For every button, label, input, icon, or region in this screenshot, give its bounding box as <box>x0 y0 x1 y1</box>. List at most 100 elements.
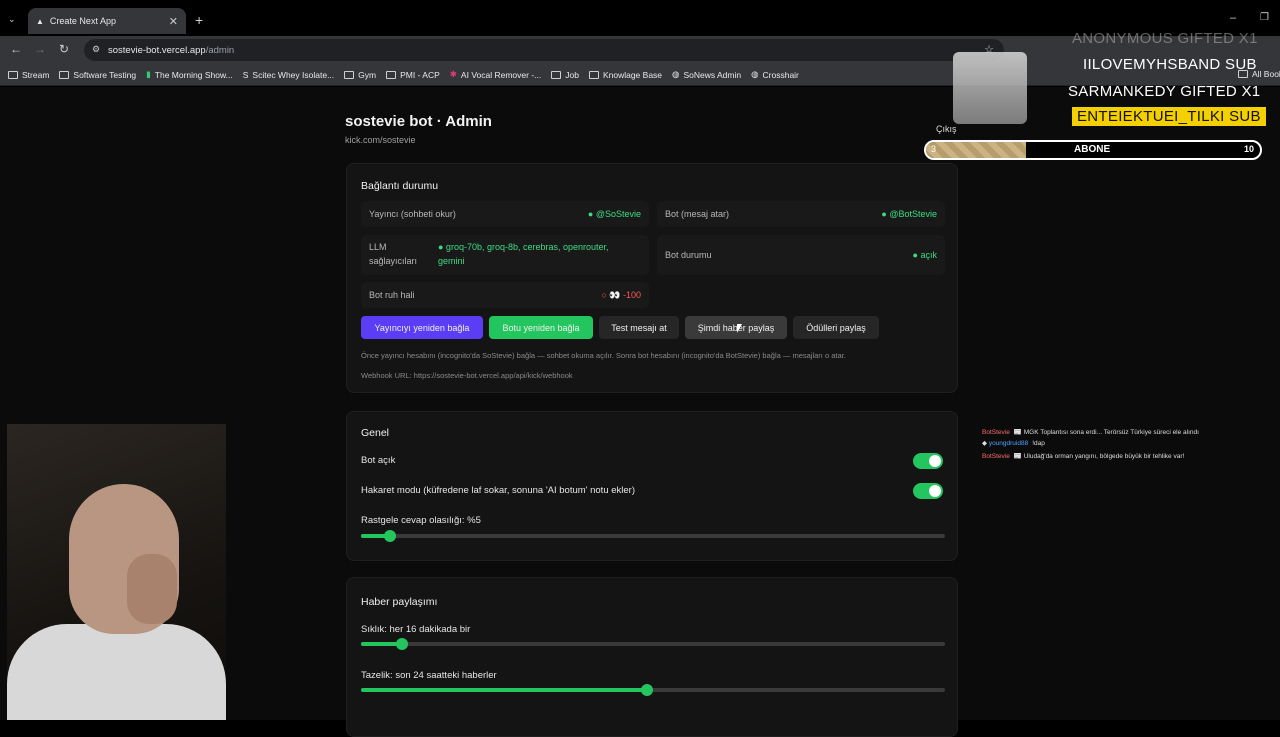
goal-fill <box>926 142 1027 158</box>
url-path: /admin <box>205 44 235 56</box>
bookmark-favicon-icon: ✱ <box>449 69 457 79</box>
llm-status: LLM sağlayıcıları ● groq-70b, groq-8b, c… <box>361 235 649 275</box>
tab-title: Create Next App <box>49 16 116 26</box>
streamer-value: ● @SoStevie <box>587 209 641 219</box>
bookmark-gym[interactable]: Gym <box>344 70 376 80</box>
bookmark-scitec[interactable]: S Scitec Whey Isolate... <box>243 70 334 80</box>
connect-instructions: Önce yayıncı hesabını (incognito'da SoSt… <box>361 351 846 360</box>
maximize-icon[interactable]: ❐ <box>1260 12 1269 23</box>
logout-link[interactable]: Çıkış <box>936 124 957 134</box>
slider-thumb[interactable] <box>395 638 408 650</box>
random-reply-label: Rastgele cevap olasılığı: %5 <box>361 515 481 526</box>
browser-tab[interactable]: ▲ Create Next App ✕ <box>28 8 186 34</box>
back-icon[interactable]: ← <box>10 42 22 56</box>
bookmark-stream[interactable]: Stream <box>8 70 49 80</box>
toggle-knob <box>929 485 941 497</box>
frequency-slider[interactable] <box>361 638 945 650</box>
bot-state: Bot durumu ● açık <box>657 235 945 275</box>
share-news-button[interactable]: Şimdi haber paylaş <box>685 316 787 339</box>
general-card: Genel Bot açık Hakaret modu (küfredene l… <box>346 411 958 561</box>
folder-icon <box>59 70 70 79</box>
connection-card: Bağlantı durumu Yayıncı (sohbeti okur) ●… <box>346 163 958 393</box>
chat-message: BotStevie 📰 MGK Toplantısı sona erdi... T… <box>982 429 1199 436</box>
glass-image <box>953 52 1027 124</box>
connection-title: Bağlantı durumu <box>361 180 439 192</box>
llm-label-2: sağlayıcıları <box>369 256 418 266</box>
mouse-cursor-icon <box>737 324 747 333</box>
folder-icon <box>344 70 355 79</box>
bookmark-job[interactable]: Job <box>551 70 579 80</box>
reload-icon[interactable]: ↻ <box>59 42 69 56</box>
general-title: Genel <box>361 427 390 439</box>
folder-icon <box>386 70 397 79</box>
bot-on-label: Bot açık <box>361 455 396 466</box>
sub-goal-bar: 3 ABONE 10 <box>924 140 1262 160</box>
folder-icon <box>588 70 599 79</box>
globe-icon: ◍ <box>672 69 680 79</box>
bot-on-toggle[interactable] <box>913 453 943 469</box>
bot-state-label: Bot durumu <box>665 250 712 260</box>
goal-current: 3 <box>931 144 937 154</box>
bookmark-morning-show[interactable]: ▮ The Morning Show... <box>146 69 233 80</box>
random-reply-slider[interactable] <box>361 530 945 542</box>
folder-icon <box>8 70 18 79</box>
bot-state-value: ● açık <box>912 250 937 260</box>
goal-label: ABONE <box>1074 144 1111 155</box>
reconnect-streamer-button[interactable]: Yayıncıyı yeniden bağla <box>361 316 483 339</box>
close-tab-icon[interactable]: ✕ <box>169 15 178 28</box>
mood-value: ○ 👀 -100 <box>601 290 641 300</box>
new-tab-icon[interactable]: + <box>195 12 203 28</box>
bookmark-software-testing[interactable]: Software Testing <box>59 70 136 80</box>
page-subtitle: kick.com/sostevie <box>345 135 416 145</box>
bookmark-vocal-remover[interactable]: ✱ AI Vocal Remover -... <box>450 69 541 80</box>
llm-label: LLM <box>369 242 387 252</box>
bookmark-knowlage-base[interactable]: Knowlage Base <box>588 70 662 80</box>
bookmark-pmi[interactable]: PMI - ACP <box>386 70 440 80</box>
freshness-slider[interactable] <box>361 684 945 696</box>
tab-favicon-icon: ▲ <box>36 16 44 26</box>
slider-thumb[interactable] <box>384 530 397 542</box>
bot-account-status: Bot (mesaj atar) ● @BotStevie <box>657 201 945 227</box>
slider-thumb[interactable] <box>641 684 654 696</box>
bookmark-favicon-icon: S <box>242 69 249 80</box>
insult-mode-label: Hakaret modu (küfredene laf sokar, sonun… <box>361 485 635 496</box>
person-shirt <box>7 624 226 720</box>
person-hand <box>127 554 177 624</box>
globe-icon: ◍ <box>751 69 759 79</box>
webcam-feed <box>7 424 226 720</box>
streamer-status: Yayıncı (sohbeti okur) ● @SoStevie <box>361 201 649 227</box>
site-info-icon[interactable]: ⚙ <box>92 44 100 55</box>
page-title: sostevie bot · Admin <box>345 113 492 130</box>
tab-search-icon[interactable]: ⌄ <box>8 14 16 25</box>
bookmark-favicon-icon: ▮ <box>146 69 151 79</box>
frequency-label: Sıklık: her 16 dakikada bir <box>361 624 471 635</box>
forward-icon[interactable]: → <box>34 42 46 56</box>
alert-line-4: ENTEIEKTUEI_TILKI SUB <box>1072 107 1266 126</box>
bot-value: ● @BotStevie <box>881 209 937 219</box>
chat-message: ◆ youngdruid88 !dap <box>982 440 1045 447</box>
bookmark-crosshair[interactable]: ◍ Crosshair <box>751 69 799 80</box>
share-rewards-button[interactable]: Ödülleri paylaş <box>793 316 879 339</box>
news-title: Haber paylaşımı <box>361 596 438 608</box>
url-host: sostevie-bot.vercel.app <box>108 44 206 56</box>
news-card: Haber paylaşımı Sıklık: her 16 dakikada … <box>346 577 958 737</box>
bookmark-sonews[interactable]: ◍ SoNews Admin <box>672 69 741 80</box>
reconnect-bot-button[interactable]: Botu yeniden bağla <box>489 316 593 339</box>
bot-label: Bot (mesaj atar) <box>665 209 730 219</box>
test-message-button[interactable]: Test mesajı at <box>599 316 679 339</box>
toggle-knob <box>929 455 941 467</box>
minimize-icon[interactable]: – <box>1230 12 1236 24</box>
slider-fill <box>361 688 648 692</box>
insult-mode-toggle[interactable] <box>913 483 943 499</box>
mood-label: Bot ruh hali <box>369 290 415 300</box>
folder-icon <box>551 70 562 79</box>
freshness-label: Tazelik: son 24 saatteki haberler <box>361 670 497 681</box>
llm-value: ● groq-70b, groq-8b, cerebras, openroute… <box>438 242 609 252</box>
chat-message: BotStevie 📰 Uludağ'da orman yangını, bölg… <box>982 453 1185 460</box>
address-bar[interactable]: ⚙ sostevie-bot.vercel.app/admin ☆ <box>84 39 1004 61</box>
webhook-url: Webhook URL: https://sostevie-bot.vercel… <box>361 371 573 380</box>
alert-line-1: ANONYMOUS GIFTED X1 <box>1072 30 1258 47</box>
badge-icon: ◆ <box>982 440 987 447</box>
goal-target: 10 <box>1243 144 1254 154</box>
alert-line-3: SARMANKEDY GIFTED X1 <box>1068 83 1261 100</box>
